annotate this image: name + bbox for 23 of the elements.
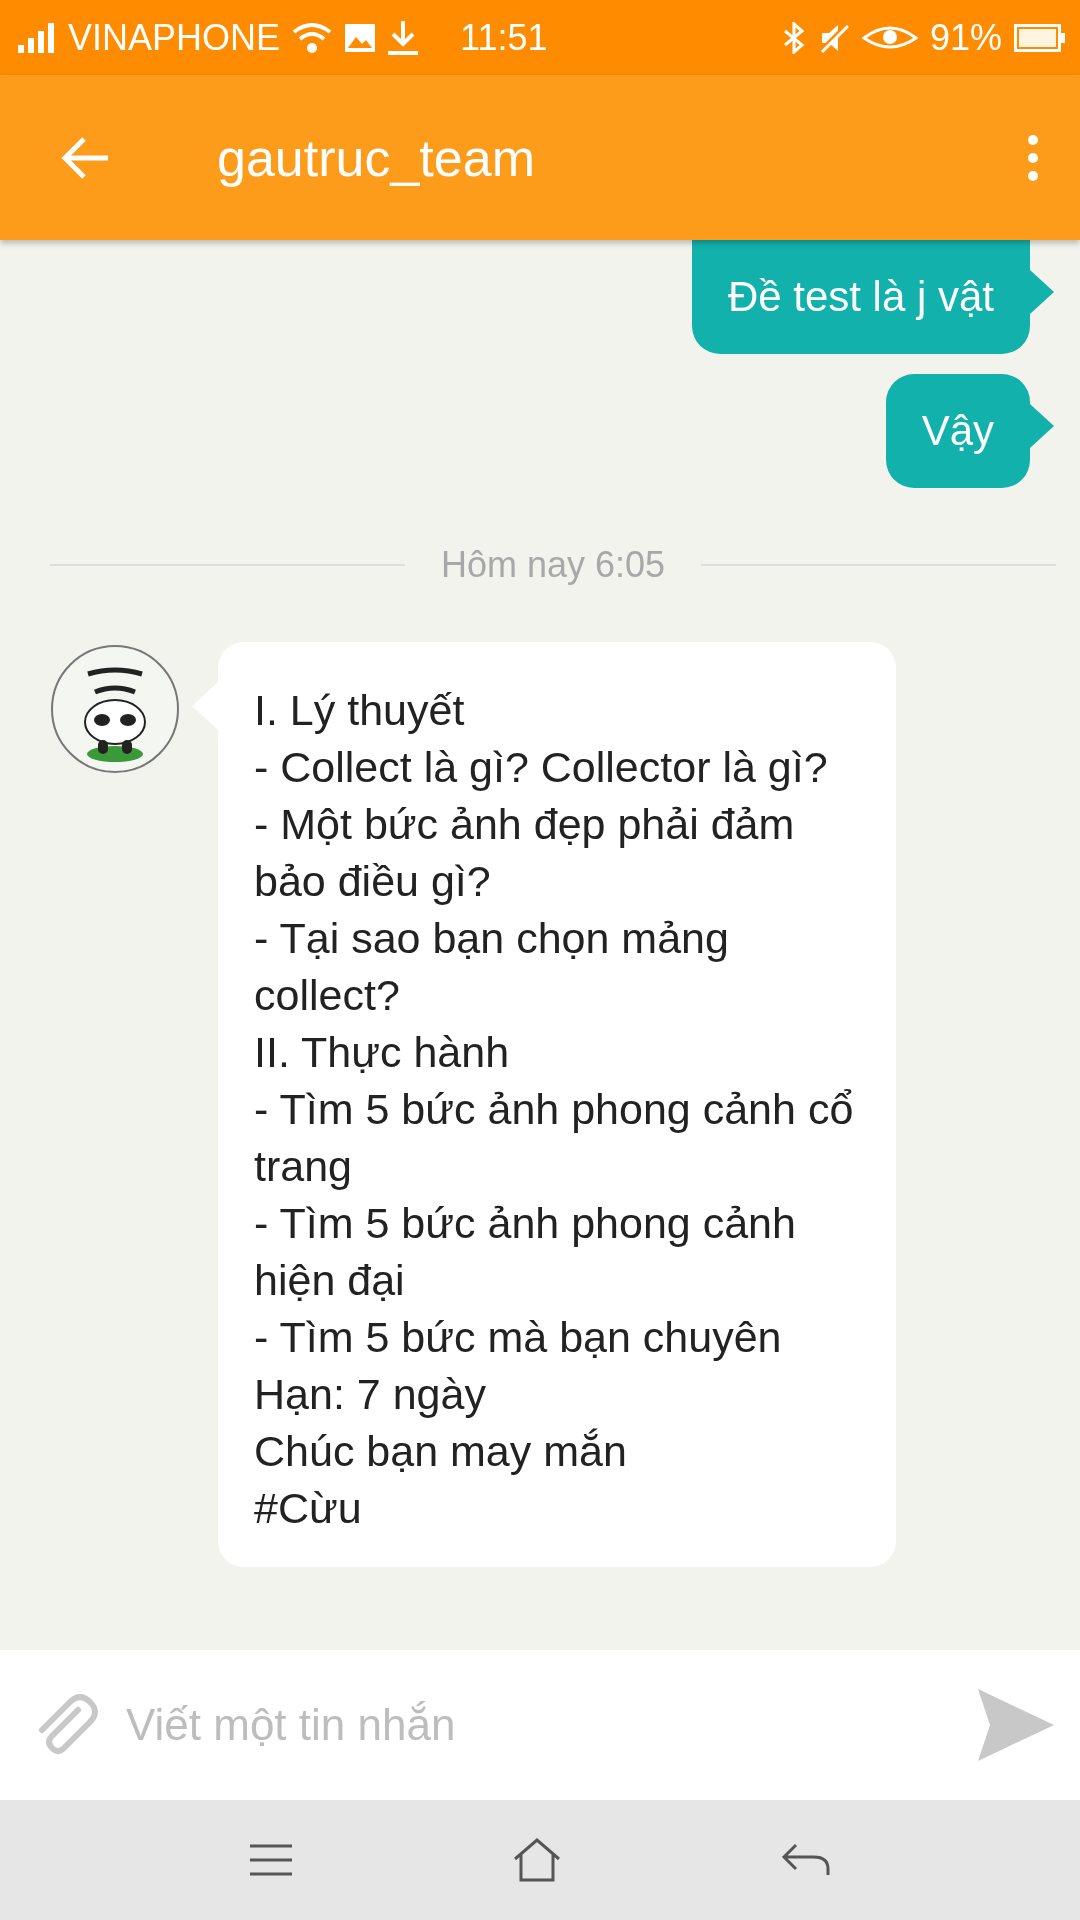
message-input[interactable]: Viết một tin nhắn [124, 1674, 950, 1776]
message-composer[interactable]: Viết một tin nhắn [0, 1650, 1080, 1800]
bubble-tail [1030, 270, 1054, 314]
sent-message-bubble: Đề test là j vật [691, 240, 1030, 354]
home-icon[interactable] [511, 1837, 563, 1883]
date-separator: Hôm nay 6:05 [440, 544, 666, 586]
sent-message-bubble: Vậy [885, 374, 1030, 488]
bubble-tail [1030, 404, 1054, 448]
carrier-name: VINAPHONE [68, 16, 281, 59]
chat-title: gautruc_team [217, 127, 536, 188]
battery-icon [1014, 23, 1066, 52]
send-button[interactable] [976, 1687, 1056, 1763]
more-options-button[interactable] [1026, 133, 1040, 182]
signal-icon [16, 22, 56, 53]
battery-percent: 91% [929, 16, 1002, 59]
bluetooth-icon [781, 21, 806, 54]
menu-icon[interactable] [248, 1843, 295, 1877]
received-message-bubble: I. Lý thuyết - Collect là gì? Collector là gì? - Một bức ảnh đẹp phải đảm bảo điều gì? - Tại sao bạn chọn mảng collect? II. Thực hành - Tìm 5 bức ảnh phong cảnh cổ trang - Tìm 5 bức ảnh phong cảnh hiện đại - Tìm 5 bức mà bạn chuyên Hạn: 7 ngày Chúc bạn may mắn #Cừu [218, 642, 896, 1567]
download-icon [388, 20, 419, 55]
wifi-icon [292, 21, 333, 54]
image-icon [344, 22, 377, 53]
clock-time: 11:51 [460, 16, 548, 59]
back-icon[interactable] [779, 1843, 832, 1877]
